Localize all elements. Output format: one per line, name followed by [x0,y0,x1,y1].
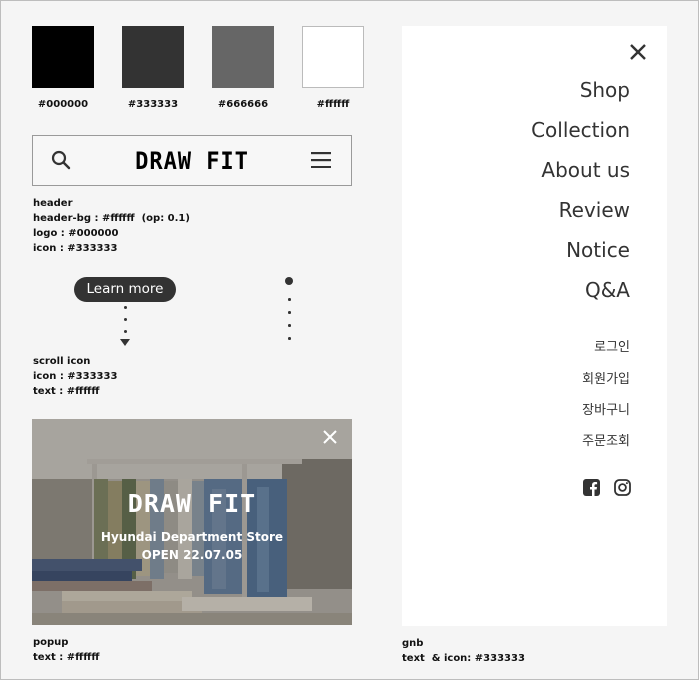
learn-more-button[interactable]: Learn more [74,277,176,302]
gnb-close-icon[interactable] [629,43,647,65]
header-note-line: header [33,198,73,209]
swatch-black [32,26,94,88]
header-logo[interactable]: DRAW FIT [46,147,339,175]
gnb-link-collection[interactable]: Collection [531,118,630,142]
scroll-note-line: icon : #333333 [33,371,118,382]
store-photo [32,419,352,625]
popup-note-line: popup [33,637,69,648]
scroll-dot [288,311,291,314]
gnb-link-join[interactable]: 회원가입 [582,368,630,387]
gnb-note-line: text & icon: #333333 [402,653,525,664]
scroll-note: scroll icon icon : #333333 text : #ffffff [33,354,117,399]
gnb-link-order-lookup[interactable]: 주문조회 [582,430,630,449]
header-note-line: header-bg : #ffffff (op: 0.1) [33,213,190,224]
gnb-link-about-us[interactable]: About us [541,158,630,182]
popup-note-line: text : #ffffff [33,652,100,663]
swatch-label: #333333 [127,99,179,110]
instagram-icon[interactable] [614,479,631,500]
swatch-label: #000000 [37,99,89,110]
header-note-line: icon : #333333 [33,243,118,254]
scroll-dot [124,318,127,321]
popup-close-icon[interactable] [322,429,338,449]
gnb-link-review[interactable]: Review [559,198,630,222]
gnb-link-cart[interactable]: 장바구니 [582,399,630,418]
scroll-indicator-dot [285,277,293,285]
header-note: header header-bg : #ffffff (op: 0.1) logo … [33,196,190,256]
gnb-link-shop[interactable]: Shop [580,78,630,102]
header-note-line: logo : #000000 [33,228,119,239]
popup-note: popup text : #ffffff [33,635,99,665]
scroll-dot [288,298,291,301]
facebook-icon[interactable] [583,479,600,500]
popup-open-date: OPEN 22.07.05 [141,548,243,562]
gnb-note-line: gnb [402,638,424,649]
swatch-label: #ffffff [316,99,350,110]
popup-store-name: Hyundai Department Store [100,530,284,544]
gnb-link-login[interactable]: 로그인 [594,336,630,355]
gnb-note: gnb text & icon: #333333 [402,636,525,666]
popup-logo: DRAW FIT [127,489,257,518]
scroll-dot [124,306,127,309]
scroll-note-line: scroll icon [33,356,91,367]
scroll-note-line: text : #ffffff [33,386,100,397]
gnb-panel: Shop Collection About us Review Notice Q… [402,26,667,626]
scroll-dot [288,324,291,327]
popup-banner[interactable]: DRAW FIT Hyundai Department Store OPEN 2… [32,419,352,625]
scroll-down-arrow-icon [120,339,130,346]
swatch-label: #666666 [217,99,269,110]
hamburger-menu-icon[interactable] [311,152,331,172]
swatch-white [302,26,364,88]
scroll-dot [288,337,291,340]
gnb-link-notice[interactable]: Notice [566,238,630,262]
scroll-dot [124,330,127,333]
swatch-gray [212,26,274,88]
header-bar: DRAW FIT [32,135,352,186]
gnb-link-qna[interactable]: Q&A [585,278,630,302]
swatch-dark-gray [122,26,184,88]
